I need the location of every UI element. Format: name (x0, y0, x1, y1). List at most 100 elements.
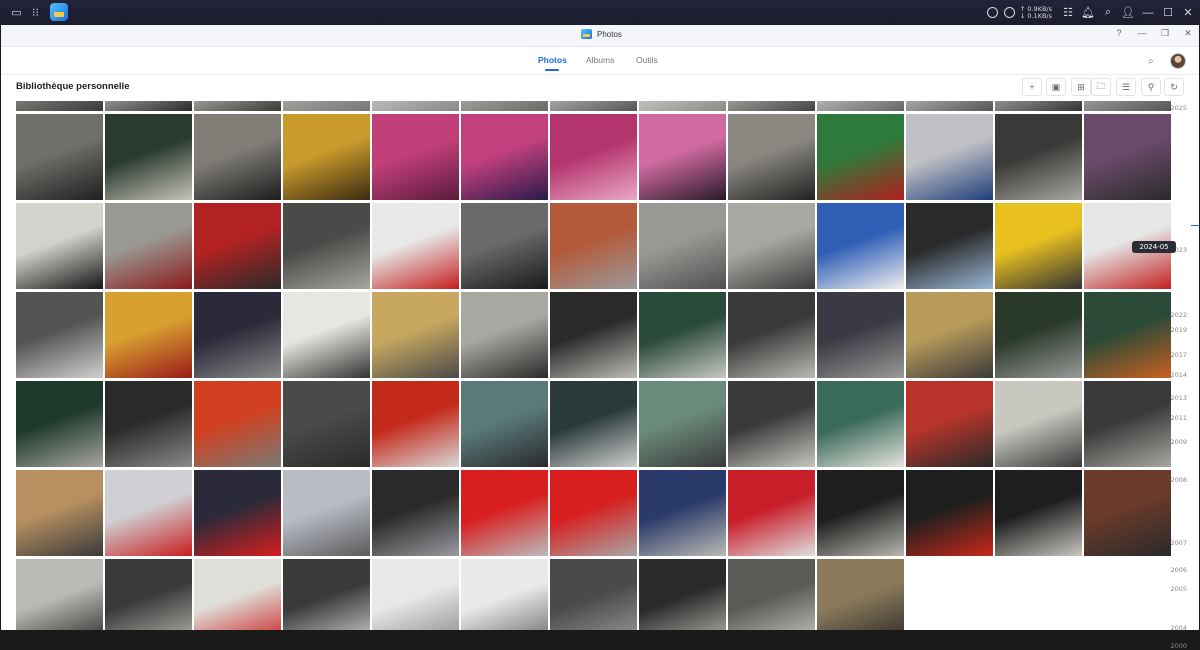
photo-thumbnail[interactable] (906, 292, 993, 378)
photo-thumbnail[interactable] (461, 470, 548, 556)
photo-thumbnail[interactable] (372, 292, 459, 378)
photo-thumbnail[interactable] (194, 470, 281, 556)
photo-thumbnail[interactable] (817, 203, 904, 289)
timeline-year[interactable]: 2006 (1170, 566, 1187, 574)
avatar[interactable] (1170, 53, 1186, 69)
timeline-year[interactable]: 2005 (1170, 585, 1187, 593)
search-icon[interactable]: ⌕ (1098, 0, 1118, 25)
photo-thumbnail[interactable] (105, 381, 192, 467)
timeline-year[interactable]: 2007 (1170, 539, 1187, 547)
photo-thumbnail[interactable] (372, 381, 459, 467)
photo-thumbnail[interactable] (728, 203, 815, 289)
photo-thumbnail[interactable] (283, 470, 370, 556)
tab-outils[interactable]: Outils (636, 55, 658, 65)
photo-thumbnail[interactable] (550, 114, 637, 200)
photo-thumbnail[interactable] (194, 203, 281, 289)
window-restore-icon[interactable]: ❐ (1160, 28, 1170, 39)
photo-thumbnail[interactable] (16, 292, 103, 378)
window-minimize-icon[interactable]: — (1137, 28, 1147, 39)
photo-thumbnail[interactable] (461, 203, 548, 289)
photo-thumbnail[interactable] (550, 470, 637, 556)
photo-thumbnail[interactable] (372, 470, 459, 556)
photos-app-taskbar-icon[interactable] (50, 3, 68, 21)
photo-thumbnail[interactable] (194, 101, 281, 111)
list-view-icon[interactable]: ☰ (1116, 78, 1136, 96)
photo-thumbnail[interactable] (639, 101, 726, 111)
photo-thumbnail[interactable] (105, 114, 192, 200)
photo-thumbnail[interactable] (906, 470, 993, 556)
photo-thumbnail[interactable] (372, 559, 459, 630)
filter-icon[interactable]: ⚲ (1141, 78, 1161, 96)
photo-thumbnail[interactable] (461, 101, 548, 111)
photo-thumbnail[interactable] (16, 114, 103, 200)
photo-thumbnail[interactable] (461, 559, 548, 630)
photo-thumbnail[interactable] (461, 114, 548, 200)
photo-thumbnail[interactable] (1084, 292, 1171, 378)
photo-thumbnail[interactable] (995, 203, 1082, 289)
widgets-icon[interactable]: ☷ (1058, 0, 1078, 25)
refresh-icon[interactable]: ↻ (1164, 78, 1184, 96)
timeline-year[interactable]: 2008 (1170, 476, 1187, 484)
photo-thumbnail[interactable] (728, 101, 815, 111)
timeline-year[interactable]: 2022 (1170, 311, 1187, 319)
photo-thumbnail[interactable] (372, 114, 459, 200)
photo-thumbnail[interactable] (550, 203, 637, 289)
user-icon[interactable]: 👤︎ (1118, 0, 1138, 25)
photo-thumbnail[interactable] (639, 114, 726, 200)
photo-thumbnail[interactable] (1084, 381, 1171, 467)
timeline-year[interactable]: 2004 (1170, 624, 1187, 632)
timeline-year[interactable]: 2014 (1170, 371, 1187, 379)
photo-thumbnail[interactable] (16, 203, 103, 289)
photo-thumbnail[interactable] (461, 292, 548, 378)
photo-thumbnail[interactable] (105, 292, 192, 378)
photo-thumbnail[interactable] (283, 292, 370, 378)
timeline-year[interactable]: 2025 (1170, 104, 1187, 112)
cpu-gauge-icon[interactable] (986, 7, 998, 18)
photo-thumbnail[interactable] (817, 101, 904, 111)
photo-thumbnail[interactable] (550, 381, 637, 467)
notifications-icon[interactable]: 🔔︎ (1078, 0, 1098, 25)
photo-thumbnail[interactable] (995, 470, 1082, 556)
photo-thumbnail[interactable] (817, 559, 904, 630)
photo-thumbnail[interactable] (1084, 101, 1171, 111)
photo-thumbnail[interactable] (639, 559, 726, 630)
photo-thumbnail[interactable] (16, 470, 103, 556)
photo-thumbnail[interactable] (550, 292, 637, 378)
photo-thumbnail[interactable] (995, 101, 1082, 111)
photo-thumbnail[interactable] (817, 470, 904, 556)
photo-thumbnail[interactable] (639, 381, 726, 467)
show-desktop-icon[interactable]: ▭ (8, 4, 25, 21)
photo-thumbnail[interactable] (105, 101, 192, 111)
search-icon[interactable]: ⌕ (1148, 56, 1154, 67)
photo-thumbnail[interactable] (995, 114, 1082, 200)
photo-thumbnail[interactable] (16, 559, 103, 630)
photo-thumbnail[interactable] (817, 381, 904, 467)
select-icon[interactable]: ▣ (1046, 78, 1066, 96)
photo-thumbnail[interactable] (639, 292, 726, 378)
timeline-year[interactable]: 2009 (1170, 438, 1187, 446)
photo-thumbnail[interactable] (639, 470, 726, 556)
photo-thumbnail[interactable] (995, 292, 1082, 378)
photo-thumbnail[interactable] (283, 203, 370, 289)
timeline-year[interactable]: 2017 (1170, 351, 1187, 359)
photo-thumbnail[interactable] (194, 559, 281, 630)
photo-thumbnail[interactable] (1084, 114, 1171, 200)
photo-thumbnail[interactable] (906, 381, 993, 467)
memory-gauge-icon[interactable] (1003, 7, 1015, 18)
photo-thumbnail[interactable] (372, 101, 459, 111)
photo-thumbnail[interactable] (550, 559, 637, 630)
photo-thumbnail[interactable] (105, 203, 192, 289)
photo-thumbnail[interactable] (283, 559, 370, 630)
photo-thumbnail[interactable] (1084, 470, 1171, 556)
photo-thumbnail[interactable] (906, 114, 993, 200)
photo-thumbnail[interactable] (817, 114, 904, 200)
photo-thumbnail[interactable] (194, 292, 281, 378)
minimize-icon[interactable]: — (1138, 0, 1158, 25)
photo-thumbnail[interactable] (283, 114, 370, 200)
photo-thumbnail[interactable] (817, 292, 904, 378)
folder-icon[interactable]: 🗀︎ (1091, 78, 1111, 96)
help-icon[interactable]: ? (1114, 28, 1124, 39)
timeline-year[interactable]: 2019 (1170, 326, 1187, 334)
photo-thumbnail[interactable] (283, 381, 370, 467)
close-icon[interactable]: ✕ (1178, 0, 1198, 25)
